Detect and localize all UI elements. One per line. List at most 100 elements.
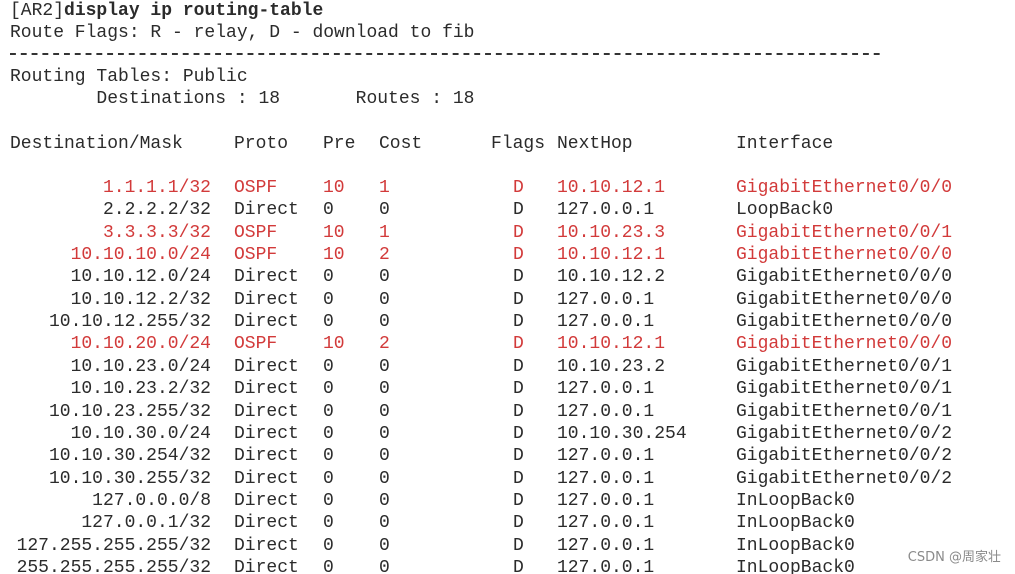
cell-proto: Direct xyxy=(234,312,299,333)
cell-interface: InLoopBack0 xyxy=(736,557,855,574)
table-row: 10.10.12.255/32 Direct 0 0 D 127.0.0.1 Gigabit… xyxy=(0,311,1015,333)
cell-destination: 127.255.255.255/32 xyxy=(16,535,211,556)
col-proto: Proto xyxy=(234,134,289,154)
command-text: display ip routing-table xyxy=(64,1,324,21)
cell-flags: D xyxy=(513,490,524,511)
cell-proto: Direct xyxy=(234,356,299,377)
cell-cost: 0 xyxy=(379,557,390,574)
cell-flags: D xyxy=(513,334,524,355)
cell-pre: 0 xyxy=(323,468,334,489)
cell-destination: 10.10.30.0/24 xyxy=(70,423,211,444)
col-flags: Flags xyxy=(491,134,546,154)
cell-pre: 0 xyxy=(323,557,334,574)
cell-nexthop: 10.10.12.2 xyxy=(557,267,666,288)
destinations-summary: Destinations : 18 Routes : 18 xyxy=(10,89,475,109)
cell-interface: GigabitEthernet0/0/0 xyxy=(736,178,953,198)
cell-cost: 0 xyxy=(379,535,390,556)
cell-nexthop: 10.10.23.2 xyxy=(557,356,666,377)
table-row: 10.10.10.0/24 OSPF 10 2 D 10.10.12.1 GigabitEt… xyxy=(0,244,1015,266)
table-row: 10.10.30.255/32 Direct 0 0 D 127.0.0.1 Gigabit… xyxy=(0,468,1015,490)
cell-cost: 2 xyxy=(379,334,390,355)
cell-destination: 127.0.0.0/8 xyxy=(92,490,211,511)
cell-cost: 0 xyxy=(379,513,390,534)
cell-destination: 10.10.23.2/32 xyxy=(70,379,211,400)
cell-cost: 0 xyxy=(379,446,390,467)
cell-proto: Direct xyxy=(234,557,299,574)
cell-pre: 10 xyxy=(323,245,345,266)
cell-cost: 2 xyxy=(379,245,390,266)
table-row: 10.10.12.0/24 Direct 0 0 D 10.10.12.2 GigabitE… xyxy=(0,266,1015,288)
cell-interface: GigabitEthernet0/0/2 xyxy=(736,446,953,467)
cell-cost: 0 xyxy=(379,490,390,511)
cell-cost: 0 xyxy=(379,423,390,444)
cell-flags: D xyxy=(513,222,524,243)
table-row: 2.2.2.2/32 Direct 0 0 D 127.0.0.1 LoopBack0 xyxy=(0,199,1015,221)
cell-destination: 10.10.12.0/24 xyxy=(70,267,211,288)
cell-cost: 1 xyxy=(379,178,390,198)
cell-flags: D xyxy=(513,557,524,574)
tables-label: Routing Tables: Public xyxy=(10,67,248,87)
col-nexthop: NextHop xyxy=(557,134,633,154)
cell-flags: D xyxy=(513,513,524,534)
table-row: 1.1.1.1/32 OSPF 10 1 D 10.10.12.1 GigabitEther… xyxy=(0,177,1015,199)
cell-proto: Direct xyxy=(234,490,299,511)
watermark: CSDN @周家壮 xyxy=(907,550,1001,565)
cell-flags: D xyxy=(513,245,524,266)
cell-proto: Direct xyxy=(234,267,299,288)
cell-proto: Direct xyxy=(234,468,299,489)
cell-proto: Direct xyxy=(234,535,299,556)
cell-cost: 0 xyxy=(379,468,390,489)
table-row: 127.255.255.255/32 Direct 0 0 D 127.0.0.1 InLo… xyxy=(0,535,1015,557)
cell-nexthop: 10.10.23.3 xyxy=(557,222,666,243)
cell-interface: GigabitEthernet0/0/2 xyxy=(736,423,953,444)
cell-interface: InLoopBack0 xyxy=(736,490,855,511)
cell-pre: 0 xyxy=(323,312,334,333)
cell-destination: 10.10.12.255/32 xyxy=(48,312,211,333)
cell-destination: 10.10.23.255/32 xyxy=(48,401,211,422)
cell-proto: OSPF xyxy=(234,222,278,243)
cell-destination: 10.10.10.0/24 xyxy=(70,245,211,266)
col-interface: Interface xyxy=(736,134,834,154)
cell-proto: Direct xyxy=(234,513,299,534)
table-header: Destination/Mask Proto Pre Cost Flags Ne… xyxy=(0,133,1015,155)
cell-destination: 255.255.255.255/32 xyxy=(16,557,211,574)
cell-flags: D xyxy=(513,356,524,377)
cell-nexthop: 10.10.30.254 xyxy=(557,423,687,444)
cell-interface: GigabitEthernet0/0/0 xyxy=(736,267,953,288)
cell-pre: 0 xyxy=(323,423,334,444)
table-row: 10.10.30.254/32 Direct 0 0 D 127.0.0.1 Gigabit… xyxy=(0,445,1015,467)
cell-pre: 0 xyxy=(323,200,334,221)
table-row: 10.10.23.2/32 Direct 0 0 D 127.0.0.1 GigabitEt… xyxy=(0,378,1015,400)
cell-destination: 10.10.30.254/32 xyxy=(48,446,211,467)
separator-line xyxy=(10,53,882,55)
cell-flags: D xyxy=(513,379,524,400)
cell-cost: 0 xyxy=(379,401,390,422)
cell-nexthop: 127.0.0.1 xyxy=(557,535,655,556)
cell-nexthop: 10.10.12.1 xyxy=(557,245,666,266)
cell-proto: Direct xyxy=(234,401,299,422)
cell-pre: 10 xyxy=(323,178,345,198)
terminal-output: [AR2]display ip routing-table Route Flag… xyxy=(0,0,1015,574)
cell-flags: D xyxy=(513,312,524,333)
col-cost: Cost xyxy=(379,134,423,154)
cell-flags: D xyxy=(513,468,524,489)
cell-destination: 2.2.2.2/32 xyxy=(102,200,211,221)
cell-proto: Direct xyxy=(234,200,299,221)
cell-interface: GigabitEthernet0/0/0 xyxy=(736,289,953,310)
cell-pre: 0 xyxy=(323,379,334,400)
cell-pre: 10 xyxy=(323,222,345,243)
flags-legend: Route Flags: R - relay, D - download to … xyxy=(10,23,475,43)
cell-flags: D xyxy=(513,446,524,467)
cell-cost: 0 xyxy=(379,289,390,310)
table-row: 10.10.20.0/24 OSPF 10 2 D 10.10.12.1 GigabitEt… xyxy=(0,333,1015,355)
cell-nexthop: 10.10.12.1 xyxy=(557,334,666,355)
cell-nexthop: 127.0.0.1 xyxy=(557,446,655,467)
cell-destination: 10.10.12.2/32 xyxy=(70,289,211,310)
cell-proto: Direct xyxy=(234,446,299,467)
cell-pre: 0 xyxy=(323,446,334,467)
cell-proto: Direct xyxy=(234,379,299,400)
cell-interface: LoopBack0 xyxy=(736,200,834,221)
table-row: 10.10.12.2/32 Direct 0 0 D 127.0.0.1 GigabitEt… xyxy=(0,289,1015,311)
cell-interface: GigabitEthernet0/0/2 xyxy=(736,468,953,489)
cell-pre: 0 xyxy=(323,267,334,288)
